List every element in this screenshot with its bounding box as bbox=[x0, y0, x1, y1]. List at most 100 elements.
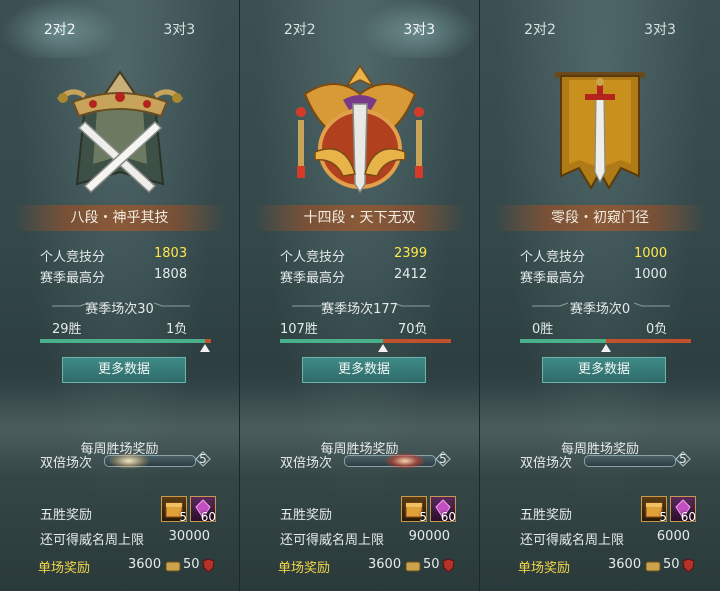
more-data-button[interactable]: 更多数据 bbox=[62, 357, 186, 383]
ratio-marker-icon bbox=[200, 344, 211, 352]
rank-title: 八段・神乎其技 bbox=[14, 205, 225, 231]
personal-score-row: 个人竞技分 2399 bbox=[280, 246, 430, 266]
crossed-swords-crown-emblem bbox=[56, 70, 183, 194]
reward-item-2[interactable]: 60 bbox=[190, 496, 216, 524]
single-token-value: 50 bbox=[423, 557, 440, 572]
double-matches-bar bbox=[104, 453, 196, 469]
personal-score-value: 2399 bbox=[394, 246, 428, 261]
coin-icon bbox=[645, 561, 661, 572]
season-best-label: 赛季最高分 bbox=[40, 271, 106, 286]
season-best-row: 赛季最高分 1000 bbox=[520, 267, 670, 287]
mode-tabs: 2对2 3对3 bbox=[480, 0, 720, 58]
reward-count: 5 bbox=[419, 510, 427, 524]
mode-tabs: 2对2 3对3 bbox=[0, 0, 239, 58]
reward-item-2[interactable]: 60 bbox=[670, 496, 696, 524]
arena-panel-1: 2对2 3对3 八段・神乎其技 个人竞技分 1803 赛季最高分 1808 赛季… bbox=[0, 0, 240, 591]
single-reward-row: 单场奖励 3600 50 bbox=[38, 557, 218, 577]
double-matches-label: 双倍场次 bbox=[520, 456, 573, 471]
season-matches: 赛季场次30 bbox=[85, 302, 154, 317]
phoenix-crest-emblem bbox=[295, 64, 424, 194]
fame-cap-label: 还可得威名周上限 bbox=[40, 533, 145, 548]
wins-count: 0胜 bbox=[532, 322, 554, 337]
mode-tabs: 2对2 3对3 bbox=[240, 0, 479, 58]
reward-count: 5 bbox=[179, 510, 187, 524]
fame-cap-row: 还可得威名周上限 6000 bbox=[520, 529, 690, 548]
season-best-row: 赛季最高分 1808 bbox=[40, 267, 190, 287]
double-glow bbox=[385, 453, 425, 469]
single-reward-label: 单场奖励 bbox=[278, 561, 331, 576]
personal-score-label: 个人竞技分 bbox=[280, 250, 346, 265]
reward-count: 5 bbox=[659, 510, 667, 524]
personal-score-label: 个人竞技分 bbox=[520, 250, 586, 265]
personal-score-value: 1803 bbox=[154, 246, 188, 261]
personal-score-label: 个人竞技分 bbox=[40, 250, 106, 265]
coin-icon bbox=[405, 561, 421, 572]
single-token-value: 50 bbox=[663, 557, 680, 572]
reward-count: 60 bbox=[680, 510, 696, 524]
more-data-button[interactable]: 更多数据 bbox=[302, 357, 426, 383]
double-matches-label: 双倍场次 bbox=[40, 456, 93, 471]
personal-score-value: 1000 bbox=[634, 246, 668, 261]
tab-3v3[interactable]: 3对3 bbox=[120, 0, 240, 58]
season-best-label: 赛季最高分 bbox=[280, 271, 346, 286]
reward-item-1[interactable]: 5 bbox=[401, 496, 427, 524]
tab-3v3[interactable]: 3对3 bbox=[359, 0, 479, 58]
double-count-badge: 5 bbox=[674, 450, 692, 468]
season-matches: 赛季场次0 bbox=[569, 302, 631, 317]
double-count: 5 bbox=[679, 452, 687, 466]
fame-cap-label: 还可得威名周上限 bbox=[280, 533, 385, 548]
season-best-value: 2412 bbox=[394, 267, 428, 282]
tab-2v2[interactable]: 2对2 bbox=[240, 0, 360, 58]
shield-icon bbox=[682, 559, 695, 573]
more-data-button[interactable]: 更多数据 bbox=[542, 357, 666, 383]
season-best-label: 赛季最高分 bbox=[520, 271, 586, 286]
season-best-row: 赛季最高分 2412 bbox=[280, 267, 430, 287]
ratio-marker-icon bbox=[600, 344, 611, 352]
double-count-badge: 5 bbox=[434, 450, 452, 468]
win-fill bbox=[520, 339, 606, 343]
losses-count: 70负 bbox=[398, 322, 428, 337]
win-fill bbox=[280, 339, 384, 343]
shield-icon bbox=[442, 559, 455, 573]
banner-sword-emblem bbox=[555, 72, 645, 190]
losses-count: 1负 bbox=[166, 322, 188, 337]
reward-item-2[interactable]: 60 bbox=[430, 496, 456, 524]
double-count-badge: 5 bbox=[194, 450, 212, 468]
tab-3v3[interactable]: 3对3 bbox=[600, 0, 720, 58]
single-coin-value: 3600 bbox=[368, 557, 402, 572]
season-matches: 赛季场次177 bbox=[321, 302, 398, 317]
reward-item-1[interactable]: 5 bbox=[641, 496, 667, 524]
arena-panel-2: 2对2 3对3 十四段・天下无双 个人竞技分 2399 赛季最高分 2412 赛… bbox=[240, 0, 480, 591]
double-matches-bar bbox=[344, 453, 436, 469]
season-best-value: 1000 bbox=[634, 267, 668, 282]
rank-title: 十四段・天下无双 bbox=[254, 205, 465, 231]
wins-count: 29胜 bbox=[52, 322, 82, 337]
fame-cap-label: 还可得威名周上限 bbox=[520, 533, 625, 548]
single-coin-value: 3600 bbox=[608, 557, 642, 572]
fame-cap-value: 6000 bbox=[656, 529, 690, 544]
win-loss-bar bbox=[280, 339, 451, 352]
win-loss-bar bbox=[520, 339, 691, 352]
double-count: 5 bbox=[439, 452, 447, 466]
single-reward-label: 单场奖励 bbox=[518, 561, 571, 576]
tab-2v2[interactable]: 2对2 bbox=[0, 0, 120, 58]
single-reward-row: 单场奖励 3600 50 bbox=[518, 557, 698, 577]
losses-count: 0负 bbox=[646, 322, 668, 337]
reward-item-1[interactable]: 5 bbox=[161, 496, 187, 524]
double-count: 5 bbox=[199, 452, 207, 466]
win-loss-bar bbox=[40, 339, 211, 352]
single-coin-value: 3600 bbox=[128, 557, 162, 572]
tab-2v2[interactable]: 2对2 bbox=[480, 0, 600, 58]
arena-stats-screen: 2对2 3对3 八段・神乎其技 个人竞技分 1803 赛季最高分 1808 赛季… bbox=[0, 0, 720, 591]
win-fill bbox=[40, 339, 206, 343]
shield-icon bbox=[202, 559, 215, 573]
personal-score-row: 个人竞技分 1803 bbox=[40, 246, 190, 266]
double-glow bbox=[109, 453, 149, 469]
wins-count: 107胜 bbox=[280, 322, 318, 337]
fame-cap-row: 还可得威名周上限 30000 bbox=[40, 529, 210, 548]
five-win-label: 五胜奖励 bbox=[280, 508, 333, 523]
ratio-marker-icon bbox=[378, 344, 389, 352]
five-win-label: 五胜奖励 bbox=[520, 508, 573, 523]
arena-panel-3: 2对2 3对3 零段・初窥门径 个人竞技分 1000 赛季最高分 1000 赛季… bbox=[480, 0, 720, 591]
five-win-label: 五胜奖励 bbox=[40, 508, 93, 523]
